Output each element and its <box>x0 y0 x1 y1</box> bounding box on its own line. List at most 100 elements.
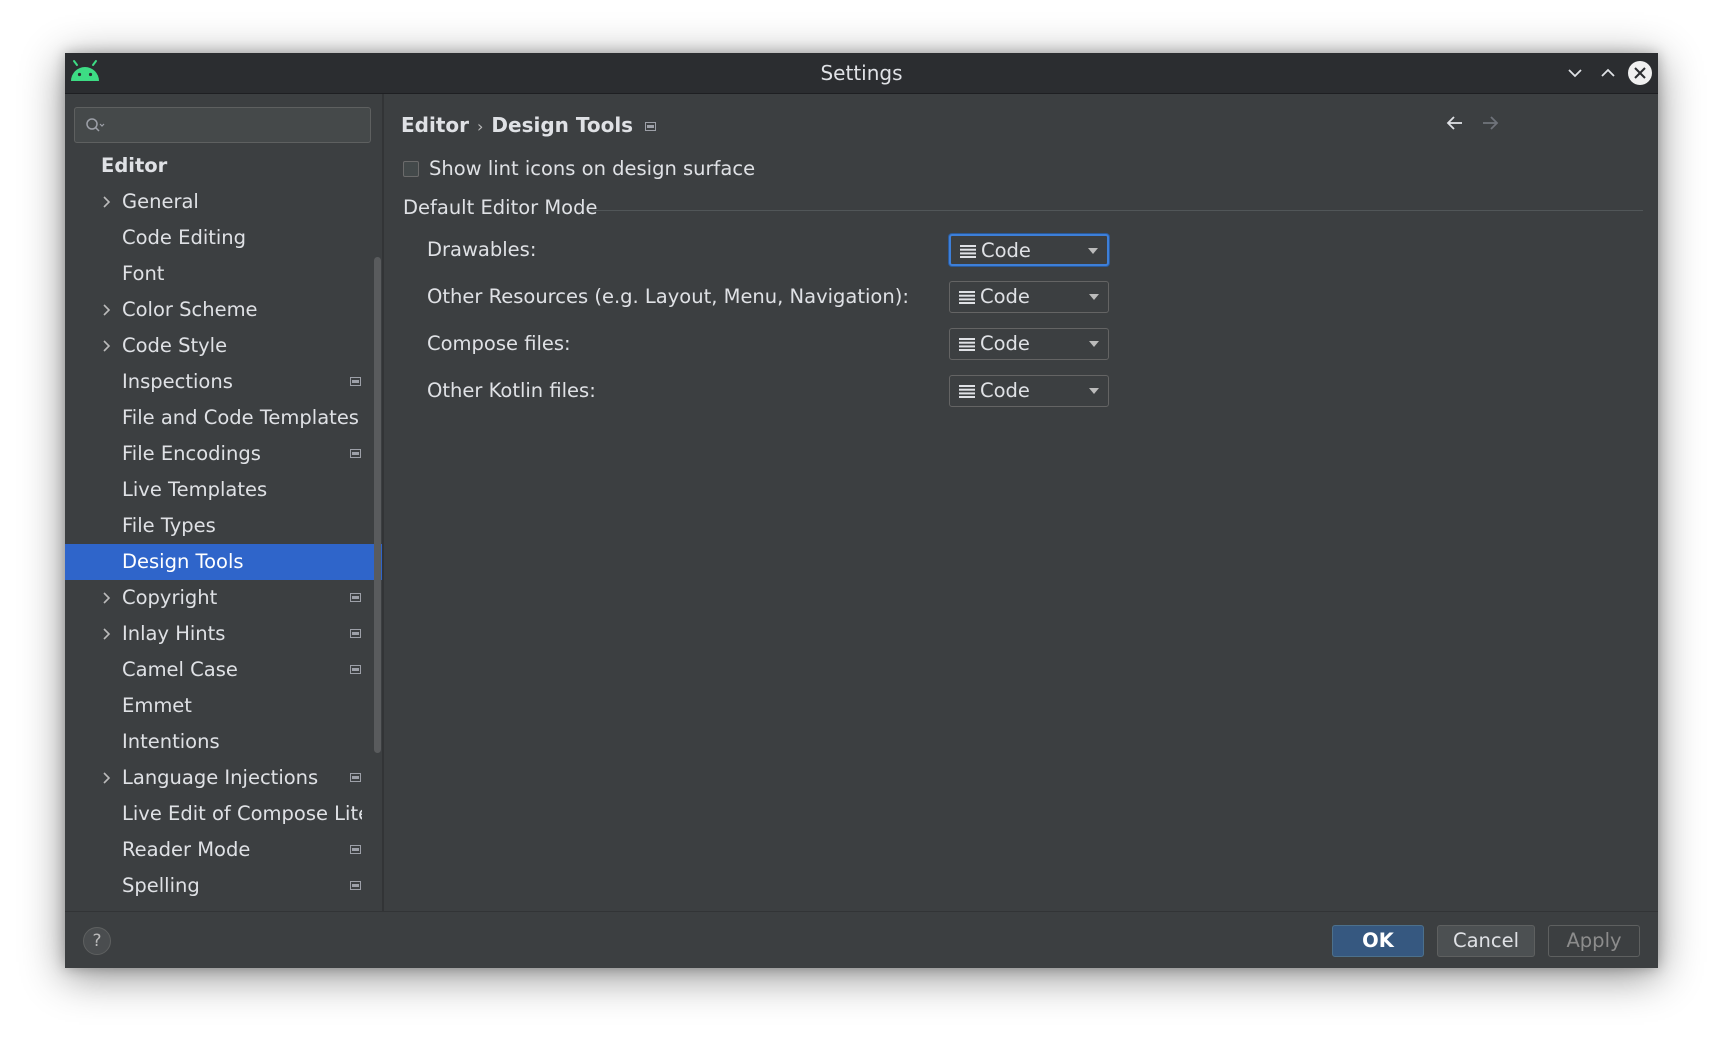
sidebar-item-copyright[interactable]: Copyright <box>65 580 382 616</box>
sidebar-item-code-style[interactable]: Code Style <box>65 328 382 364</box>
drawables-label: Drawables: <box>427 238 537 261</box>
settings-sidebar: Editor General Code Editing Font Color Sche… <box>65 94 384 911</box>
sidebar-item-label: Font <box>122 262 165 285</box>
sidebar-item-label: Inlay Hints <box>122 622 226 645</box>
chevron-down-icon <box>1568 69 1582 78</box>
sidebar-item-file-and-code-templates[interactable]: File and Code Templates <box>65 400 382 436</box>
arrow-left-icon <box>1446 116 1462 130</box>
search-input[interactable] <box>109 112 363 140</box>
code-lines-icon <box>959 338 975 351</box>
sidebar-item-label: Emmet <box>122 694 192 717</box>
arrow-right-icon <box>1483 116 1499 130</box>
help-button[interactable]: ? <box>83 927 111 955</box>
breadcrumb-parent[interactable]: Editor <box>401 113 469 137</box>
chevron-right-icon[interactable] <box>101 184 115 220</box>
breadcrumb: Editor › Design Tools <box>401 110 657 140</box>
sidebar-item-font[interactable]: Font <box>65 256 382 292</box>
sidebar-item-code-editing[interactable]: Code Editing <box>65 220 382 256</box>
other-resources-label: Other Resources (e.g. Layout, Menu, Navi… <box>427 285 909 308</box>
settings-search-box[interactable] <box>74 107 371 143</box>
sidebar-item-emmet[interactable]: Emmet <box>65 688 382 724</box>
sidebar-item-inlay-hints[interactable]: Inlay Hints <box>65 616 382 652</box>
cancel-button[interactable]: Cancel <box>1437 925 1535 957</box>
code-lines-icon <box>959 291 975 304</box>
project-scope-icon <box>350 665 361 674</box>
sidebar-item-file-types[interactable]: File Types <box>65 508 382 544</box>
forward-button[interactable] <box>1479 112 1501 134</box>
project-scope-icon <box>350 629 361 638</box>
project-scope-icon <box>350 377 361 386</box>
chevron-down-icon <box>1089 388 1099 394</box>
sidebar-item-label: Reader Mode <box>122 838 251 861</box>
other-kotlin-files-label: Other Kotlin files: <box>427 379 596 402</box>
sidebar-item-label: File Types <box>122 514 216 537</box>
back-button[interactable] <box>1444 112 1466 134</box>
sidebar-item-intentions[interactable]: Intentions <box>65 724 382 760</box>
dialog-footer: ? OK Cancel Apply <box>65 911 1658 968</box>
maximize-button[interactable] <box>1594 59 1622 87</box>
chevron-right-icon[interactable] <box>101 328 115 364</box>
sidebar-item-label: Intentions <box>122 730 220 753</box>
sidebar-item-live-templates[interactable]: Live Templates <box>65 472 382 508</box>
project-scope-icon <box>350 449 361 458</box>
sidebar-item-file-encodings[interactable]: File Encodings <box>65 436 382 472</box>
chevron-down-icon <box>1088 248 1098 254</box>
drawables-mode-combo[interactable]: Code <box>949 234 1109 266</box>
sidebar-item-label: Camel Case <box>122 658 238 681</box>
sidebar-item-general[interactable]: General <box>65 184 382 220</box>
project-scope-icon <box>350 773 361 782</box>
compose-files-mode-combo[interactable]: Code <box>949 328 1109 360</box>
sidebar-item-camel-case[interactable]: Camel Case <box>65 652 382 688</box>
chevron-down-icon <box>1089 341 1099 347</box>
sidebar-item-label: Color Scheme <box>122 298 258 321</box>
project-scope-icon <box>350 845 361 854</box>
settings-dialog: Settings Editor General Code Editing Fon… <box>65 53 1658 968</box>
group-divider <box>593 210 1643 211</box>
other-resources-mode-combo[interactable]: Code <box>949 281 1109 313</box>
sidebar-item-design-tools[interactable]: Design Tools <box>65 544 382 580</box>
chevron-right-icon[interactable] <box>101 580 115 616</box>
minimize-button[interactable] <box>1561 59 1589 87</box>
code-lines-icon <box>960 245 976 258</box>
apply-button[interactable]: Apply <box>1548 925 1640 957</box>
sidebar-item-language-injections[interactable]: Language Injections <box>65 760 382 796</box>
search-icon <box>86 118 105 132</box>
sidebar-item-label: Live Edit of Compose Liter <box>122 802 362 825</box>
chevron-right-icon[interactable] <box>101 616 115 652</box>
combo-value: Code <box>981 239 1031 262</box>
lint-icons-label[interactable]: Show lint icons on design surface <box>429 155 755 183</box>
window-title: Settings <box>820 61 903 85</box>
sidebar-item-label: Language Injections <box>122 766 319 789</box>
sidebar-item-label: General <box>122 190 199 213</box>
sidebar-item-spelling[interactable]: Spelling <box>65 868 382 904</box>
sidebar-scrollbar[interactable] <box>374 257 381 753</box>
sidebar-item-inspections[interactable]: Inspections <box>65 364 382 400</box>
sidebar-item-label: Live Templates <box>122 478 268 501</box>
other-kotlin-files-mode-combo[interactable]: Code <box>949 375 1109 407</box>
project-scope-icon <box>350 593 361 602</box>
sidebar-item-color-scheme[interactable]: Color Scheme <box>65 292 382 328</box>
breadcrumb-current: Design Tools <box>491 113 634 137</box>
chevron-up-icon <box>1601 68 1615 77</box>
chevron-down-icon <box>1089 294 1099 300</box>
combo-value: Code <box>980 285 1030 308</box>
default-editor-mode-title: Default Editor Mode <box>403 196 598 219</box>
close-window-button[interactable] <box>1626 59 1654 87</box>
ok-button[interactable]: OK <box>1332 925 1424 957</box>
sidebar-item-label: File Encodings <box>122 442 261 465</box>
close-icon <box>1628 61 1652 85</box>
tree-item-editor[interactable]: Editor <box>65 148 382 184</box>
chevron-right-icon[interactable] <box>101 292 115 328</box>
sidebar-item-label: Design Tools <box>122 550 244 573</box>
sidebar-item-live-edit-of-compose-liter[interactable]: Live Edit of Compose Liter <box>65 796 382 832</box>
combo-value: Code <box>980 332 1030 355</box>
sidebar-item-label: Code Editing <box>122 226 247 249</box>
sidebar-item-label: Code Style <box>122 334 228 357</box>
settings-content: Editor › Design Tools Show lint icons on d… <box>384 94 1658 911</box>
chevron-right-icon[interactable] <box>101 760 115 796</box>
project-scope-icon <box>350 881 361 890</box>
compose-files-label: Compose files: <box>427 332 571 355</box>
sidebar-item-label: Spelling <box>122 874 200 897</box>
sidebar-item-reader-mode[interactable]: Reader Mode <box>65 832 382 868</box>
lint-icons-checkbox[interactable] <box>403 161 419 177</box>
